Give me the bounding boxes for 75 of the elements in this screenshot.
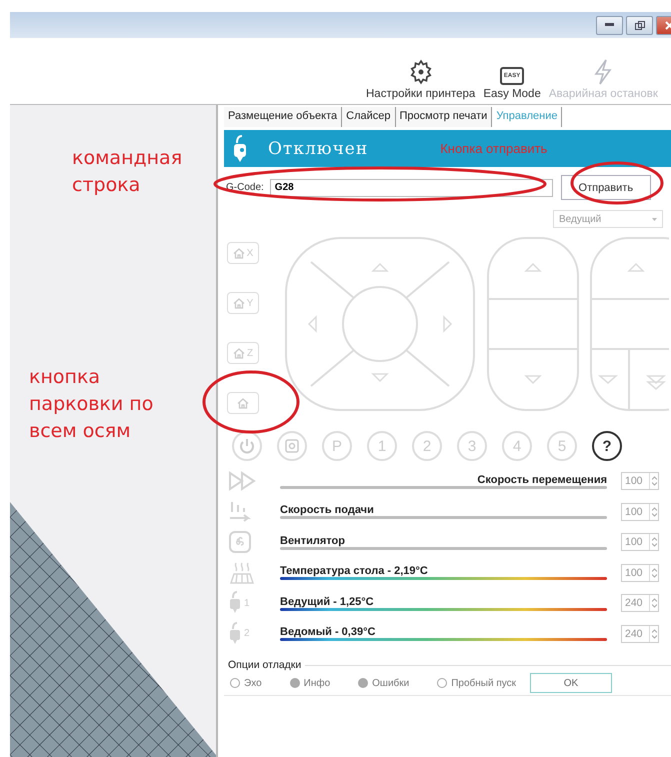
value-spinbox[interactable]: 100 xyxy=(621,502,659,521)
slider-label: Скорость подачи xyxy=(280,504,374,516)
home-icon xyxy=(232,248,245,258)
slider-label: Ведомый - 0,39°C xyxy=(280,626,376,638)
lightning-icon xyxy=(593,59,614,85)
camera-icon xyxy=(285,439,299,453)
option-label: Эхо xyxy=(244,678,262,688)
home-icon xyxy=(232,348,245,358)
dropdown-arrow-icon xyxy=(652,218,657,220)
slider-track[interactable] xyxy=(280,608,607,611)
annotation-text: кнопка парковки по всем осям xyxy=(29,365,154,444)
value-spinbox[interactable]: 240 xyxy=(621,624,659,643)
slider-label: Вентилятор xyxy=(280,534,345,547)
section-title: Опции отладки xyxy=(228,659,302,671)
value-spinbox[interactable]: 240 xyxy=(621,594,659,612)
z-jog-pad[interactable] xyxy=(487,237,579,411)
help-button[interactable]: ? xyxy=(592,431,622,461)
connection-status: Отключен xyxy=(268,138,368,158)
spin-arrows-icon xyxy=(652,537,656,548)
value-spinbox[interactable]: 100 xyxy=(621,564,659,582)
heated-bed-icon xyxy=(228,560,256,585)
annotation-text: Кнопка отправить xyxy=(440,141,548,156)
value-spinbox[interactable]: 100 xyxy=(621,472,659,490)
extruder-icon xyxy=(228,591,242,616)
option-toggle[interactable] xyxy=(230,678,240,688)
slider-label: Ведущий - 1,25°C xyxy=(280,596,374,608)
toolbar-label: Настройки принтера xyxy=(366,88,476,100)
gcode-label: G-Code: xyxy=(226,182,264,193)
option-toggle[interactable] xyxy=(437,678,448,688)
slider-track[interactable] xyxy=(280,516,607,520)
home-all-button[interactable] xyxy=(227,392,259,414)
toolbar-label: Easy Mode xyxy=(483,88,541,100)
spin-arrows-icon xyxy=(652,628,656,639)
camera-button[interactable] xyxy=(277,431,307,461)
tab[interactable]: Слайсер xyxy=(342,107,396,127)
slider-track[interactable] xyxy=(280,577,607,580)
power-button[interactable] xyxy=(232,431,262,461)
slider-label: Скорость перемещения xyxy=(477,474,607,486)
extruder-icon xyxy=(232,134,248,162)
option-label: Ошибки xyxy=(372,678,410,688)
slider-track[interactable] xyxy=(280,638,607,642)
ok-button[interactable]: OK xyxy=(530,673,612,693)
annotation-text: командная строка xyxy=(72,146,184,198)
option-toggle[interactable] xyxy=(290,678,300,688)
option-label: Инфо xyxy=(304,678,330,688)
spin-arrows-icon xyxy=(652,598,656,608)
tab[interactable]: Просмотр печати xyxy=(396,107,492,127)
extruder-jog-pad[interactable] xyxy=(590,237,669,411)
fast-forward-icon xyxy=(228,471,258,492)
restore-icon xyxy=(634,20,644,30)
slider-track[interactable] xyxy=(280,546,607,550)
send-button[interactable]: Отправить xyxy=(560,175,651,200)
option-label: Пробный пуск xyxy=(451,678,516,688)
gcode-field[interactable]: G28 xyxy=(270,178,553,196)
extruder-dropdown[interactable]: Ведущий xyxy=(553,210,663,228)
maximize-button[interactable] xyxy=(626,16,653,34)
spin-arrows-icon xyxy=(652,476,656,486)
extruder-icon xyxy=(228,622,242,646)
spin-arrows-icon xyxy=(652,506,656,517)
fan-icon xyxy=(228,530,252,554)
power-icon xyxy=(239,438,255,454)
slider-track[interactable] xyxy=(280,486,607,489)
tab[interactable]: Размещение объекта xyxy=(224,107,342,127)
slider-label: Температура стола - 2,19°C xyxy=(280,565,428,578)
spin-arrows-icon xyxy=(652,568,656,578)
option-toggle[interactable] xyxy=(358,678,368,688)
home-icon xyxy=(232,298,245,308)
xy-jog-pad[interactable] xyxy=(285,237,475,411)
value-spinbox[interactable]: 100 xyxy=(621,533,659,552)
gear-icon xyxy=(408,59,434,85)
home-icon xyxy=(237,398,249,408)
toolbar-button[interactable]: Настройки принтера xyxy=(366,59,476,100)
toolbar-label: Аварийная остановк xyxy=(548,88,658,100)
minimize-icon xyxy=(605,23,614,27)
minimize-button[interactable] xyxy=(596,16,623,34)
